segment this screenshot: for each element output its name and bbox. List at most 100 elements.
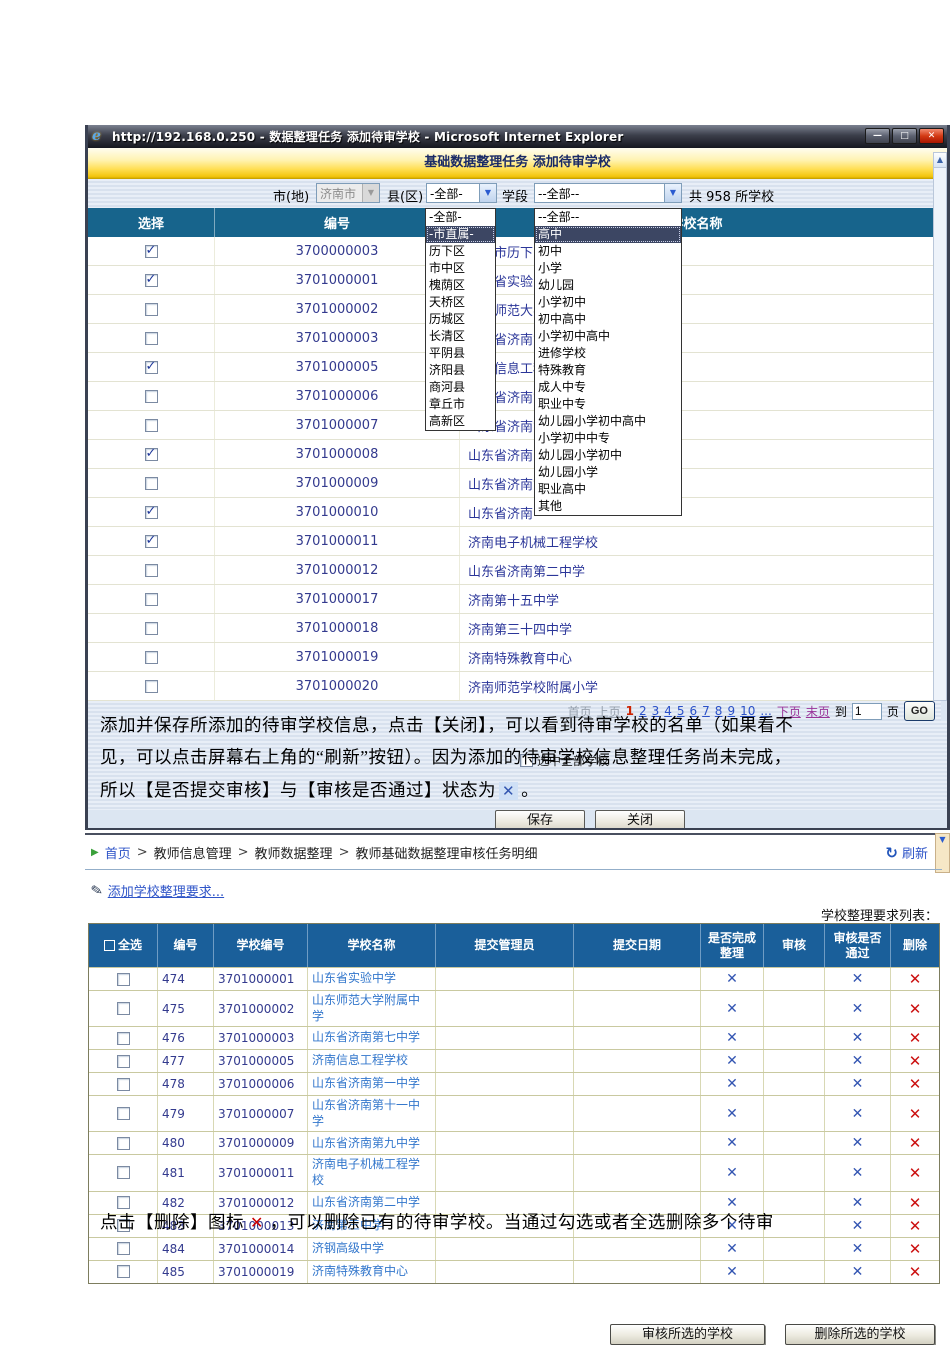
row-checkbox[interactable] xyxy=(116,972,130,986)
school-name-link[interactable]: 山东省济南第七中学 xyxy=(308,1027,436,1050)
district-option[interactable]: 历下区 xyxy=(426,243,495,260)
row-checkbox[interactable] xyxy=(144,302,158,316)
school-name-link[interactable]: 济南特殊教育中心 xyxy=(308,1260,436,1283)
row-checkbox[interactable] xyxy=(144,592,158,606)
row-checkbox[interactable] xyxy=(144,679,158,693)
delete-icon[interactable]: ✕ xyxy=(909,1000,922,1018)
page-number-input[interactable] xyxy=(851,702,882,720)
school-name-link[interactable]: 山东师范大学附属中学 xyxy=(308,991,436,1027)
delete-icon[interactable]: ✕ xyxy=(909,1134,922,1152)
row-checkbox[interactable]: ✓ xyxy=(144,446,158,461)
row-checkbox[interactable] xyxy=(116,1031,130,1045)
row-checkbox[interactable] xyxy=(144,563,158,577)
row-checkbox[interactable] xyxy=(116,1107,130,1121)
window-titlebar[interactable]: e http://192.168.0.250 - 数据整理任务 添加待审学校 -… xyxy=(88,125,947,148)
delete-icon[interactable]: ✕ xyxy=(909,1194,922,1212)
district-option[interactable]: 济阳县 xyxy=(426,362,495,379)
district-select[interactable]: -全部- ▼ xyxy=(426,183,497,203)
stage-select[interactable]: --全部-- ▼ xyxy=(534,183,682,203)
row-checkbox[interactable]: ✓ xyxy=(144,243,158,258)
district-option[interactable]: 章丘市 xyxy=(426,396,495,413)
row-checkbox[interactable] xyxy=(116,1136,130,1150)
district-option[interactable]: 平阴县 xyxy=(426,345,495,362)
close-button[interactable]: 关闭 xyxy=(595,810,685,828)
minimize-button[interactable]: — xyxy=(865,128,890,144)
stage-option[interactable]: 其他 xyxy=(535,498,681,515)
row-checkbox[interactable] xyxy=(116,1265,130,1279)
delete-selected-button[interactable]: 删除所选的学校 xyxy=(785,1324,935,1345)
school-name-link[interactable]: 山东省实验中学 xyxy=(308,968,436,990)
district-option[interactable]: 天桥区 xyxy=(426,294,495,311)
school-name-link[interactable]: 济钢高级中学 xyxy=(308,1237,436,1260)
row-checkbox[interactable] xyxy=(116,1196,130,1210)
row-checkbox[interactable]: ✓ xyxy=(144,504,158,519)
delete-icon[interactable]: ✕ xyxy=(909,1105,922,1123)
school-name-link[interactable]: 山东省济南第九中学 xyxy=(308,1132,436,1155)
row-checkbox[interactable] xyxy=(144,389,158,403)
stage-option[interactable]: 初中高中 xyxy=(535,311,681,328)
row-checkbox[interactable] xyxy=(116,1002,130,1016)
stage-option[interactable]: 小学初中 xyxy=(535,294,681,311)
scroll-up-icon[interactable]: ▲ xyxy=(934,153,946,168)
maximize-button[interactable]: □ xyxy=(892,128,917,144)
delete-icon[interactable]: ✕ xyxy=(909,970,922,988)
school-name-link[interactable]: 济南电子机械工程学校 xyxy=(308,1155,436,1191)
stage-option[interactable]: 幼儿园小学 xyxy=(535,464,681,481)
page-scrollbar-fragment[interactable]: ▼ xyxy=(935,833,950,873)
stage-option[interactable]: 小学初中高中 xyxy=(535,328,681,345)
refresh-link[interactable]: ↻ 刷新 xyxy=(885,843,928,863)
school-name-link[interactable]: 山东省济南第十一中学 xyxy=(308,1096,436,1132)
row-checkbox[interactable] xyxy=(144,650,158,664)
delete-icon[interactable]: ✕ xyxy=(909,1075,922,1093)
row-checkbox[interactable]: ✓ xyxy=(144,359,158,374)
delete-icon[interactable]: ✕ xyxy=(909,1217,922,1235)
last-page-link[interactable]: 末页 xyxy=(806,703,830,720)
row-checkbox[interactable]: ✓ xyxy=(144,272,158,287)
stage-option[interactable]: 成人中专 xyxy=(535,379,681,396)
stage-option[interactable]: 初中 xyxy=(535,243,681,260)
stage-option[interactable]: 小学 xyxy=(535,260,681,277)
district-option[interactable]: 商河县 xyxy=(426,379,495,396)
district-option[interactable]: -全部- xyxy=(426,209,495,226)
row-checkbox[interactable] xyxy=(144,621,158,635)
delete-icon[interactable]: ✕ xyxy=(909,1263,922,1281)
review-selected-button[interactable]: 审核所选的学校 xyxy=(610,1324,765,1345)
district-option[interactable]: 长清区 xyxy=(426,328,495,345)
go-button[interactable]: GO xyxy=(903,701,935,721)
stage-option[interactable]: 幼儿园小学初中 xyxy=(535,447,681,464)
delete-icon[interactable]: ✕ xyxy=(909,1240,922,1258)
stage-option[interactable]: 特殊教育 xyxy=(535,362,681,379)
stage-option[interactable]: 高中 xyxy=(535,226,681,243)
row-checkbox[interactable] xyxy=(116,1242,130,1256)
stage-option[interactable]: 幼儿园 xyxy=(535,277,681,294)
row-checkbox[interactable] xyxy=(116,1166,130,1180)
school-name-link[interactable]: 山东省济南第一中学 xyxy=(308,1073,436,1096)
stage-option[interactable]: 幼儿园小学初中高中 xyxy=(535,413,681,430)
district-option[interactable]: 市中区 xyxy=(426,260,495,277)
save-button[interactable]: 保存 xyxy=(495,810,585,828)
district-option[interactable]: 高新区 xyxy=(426,413,495,430)
school-name-link[interactable]: 济南信息工程学校 xyxy=(308,1050,436,1073)
stage-option[interactable]: 职业高中 xyxy=(535,481,681,498)
stage-option[interactable]: 职业中专 xyxy=(535,396,681,413)
delete-icon[interactable]: ✕ xyxy=(909,1164,922,1182)
row-checkbox[interactable]: ✓ xyxy=(144,533,158,548)
breadcrumb-item[interactable]: 教师信息管理 xyxy=(154,843,232,862)
row-checkbox[interactable] xyxy=(144,476,158,490)
breadcrumb-item[interactable]: 教师基础数据整理审核任务明细 xyxy=(355,843,537,862)
close-window-button[interactable]: ✕ xyxy=(919,128,944,144)
breadcrumb-item[interactable]: 教师数据整理 xyxy=(255,843,333,862)
stage-option[interactable]: 小学初中中专 xyxy=(535,430,681,447)
district-option[interactable]: -市直属- xyxy=(426,226,495,243)
row-checkbox[interactable] xyxy=(144,418,158,432)
district-option[interactable]: 历城区 xyxy=(426,311,495,328)
stage-option[interactable]: 进修学校 xyxy=(535,345,681,362)
breadcrumb-item[interactable]: 首页 xyxy=(105,843,131,862)
window-scrollbar[interactable]: ▲ xyxy=(933,152,947,701)
row-checkbox[interactable] xyxy=(116,1077,130,1091)
stage-option[interactable]: --全部-- xyxy=(535,209,681,226)
district-option[interactable]: 槐荫区 xyxy=(426,277,495,294)
row-checkbox[interactable] xyxy=(144,331,158,345)
add-school-requirement-link[interactable]: ✎ 添加学校整理要求... xyxy=(90,881,224,900)
delete-icon[interactable]: ✕ xyxy=(909,1029,922,1047)
